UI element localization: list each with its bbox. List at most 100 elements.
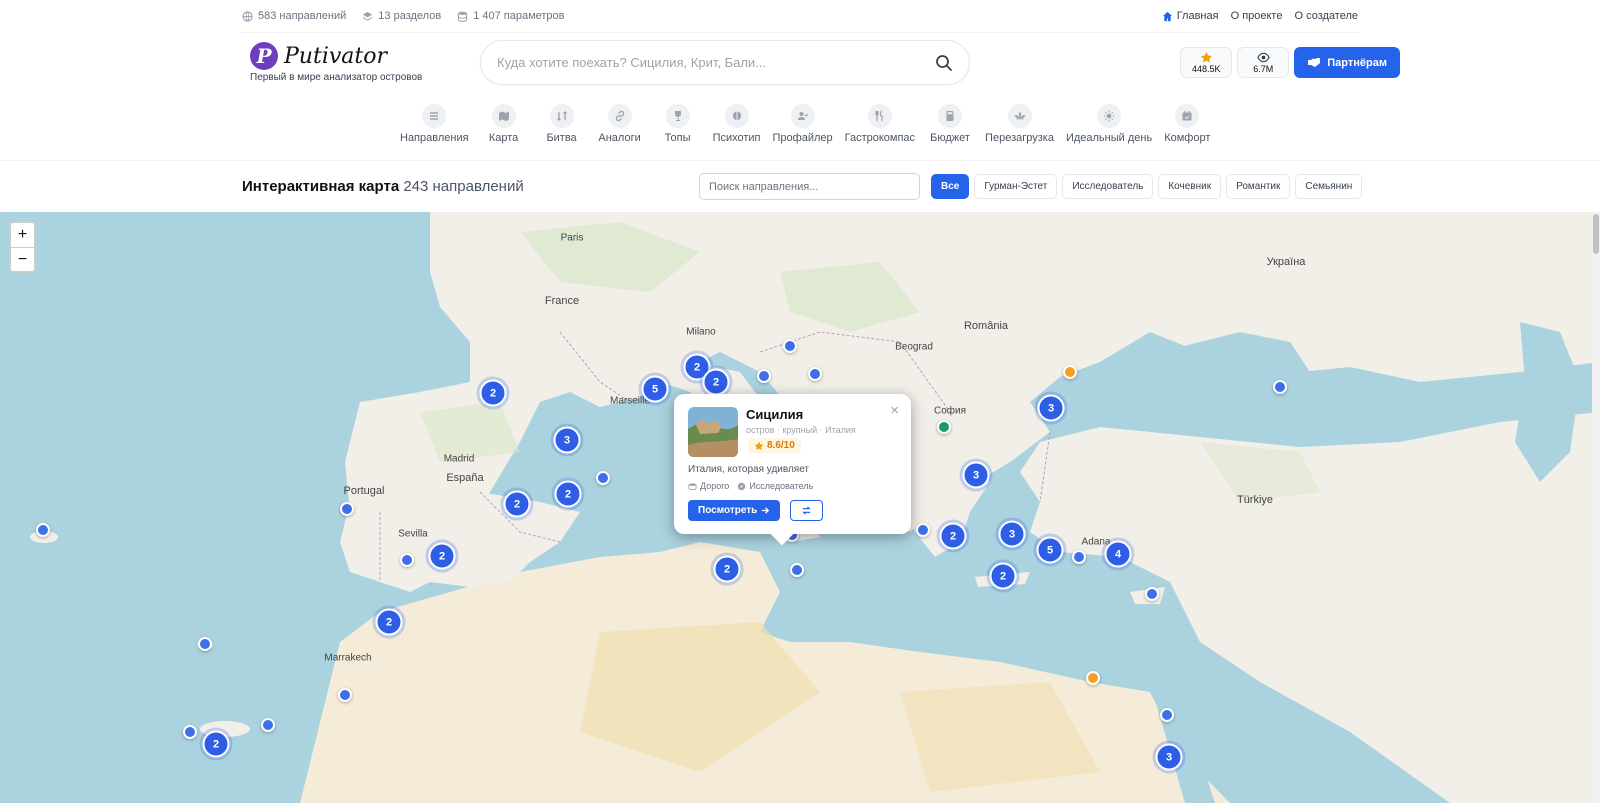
nav-tops[interactable]: Топы <box>649 104 707 144</box>
map-cluster[interactable]: 5 <box>641 375 669 403</box>
filter-all[interactable]: Все <box>931 174 970 199</box>
map-marker[interactable] <box>916 523 930 537</box>
map-cluster[interactable]: 2 <box>939 522 967 550</box>
map-marker[interactable] <box>757 369 771 383</box>
nav-comfort[interactable]: Комфорт <box>1158 104 1216 144</box>
link-creator[interactable]: О создателе <box>1294 10 1358 22</box>
map-label: Milano <box>686 326 716 338</box>
map-marker[interactable] <box>183 725 197 739</box>
map-marker[interactable] <box>36 523 50 537</box>
map-cluster[interactable]: 2 <box>503 490 531 518</box>
filter-explorer[interactable]: Исследователь <box>1062 174 1154 199</box>
map-label: Україна <box>1266 256 1306 268</box>
map-cluster[interactable]: 3 <box>553 426 581 454</box>
map-marker[interactable] <box>783 339 797 353</box>
partners-button[interactable]: Партнёрам <box>1294 47 1400 78</box>
nav-budget[interactable]: Бюджет <box>921 104 979 144</box>
popup-close-button[interactable]: × <box>890 402 899 419</box>
map-marker[interactable] <box>1160 708 1174 722</box>
rating-count: 448.5K <box>1192 64 1221 74</box>
nav-label: Топы <box>664 132 691 144</box>
handshake-icon <box>1308 58 1321 67</box>
map-marker-featured[interactable] <box>1063 365 1077 379</box>
map-cluster[interactable]: 2 <box>479 379 507 407</box>
nav-reboot[interactable]: Перезагрузка <box>979 104 1060 144</box>
map-marker[interactable] <box>338 688 352 702</box>
nav-label: Гастрокомпас <box>844 132 916 144</box>
map-marker[interactable] <box>1072 550 1086 564</box>
nav-label: Бюджет <box>930 132 970 144</box>
compare-button[interactable] <box>790 500 823 521</box>
map-marker[interactable] <box>1273 380 1287 394</box>
map-label: España <box>446 472 484 484</box>
zoom-in-button[interactable]: + <box>11 223 34 247</box>
map-cluster[interactable]: 3 <box>962 461 990 489</box>
map-marker[interactable] <box>596 471 610 485</box>
link-home[interactable]: Главная <box>1162 10 1219 22</box>
map-cluster[interactable]: 2 <box>375 608 403 636</box>
main-search-input[interactable] <box>497 55 935 70</box>
map-label: Portugal <box>343 485 385 497</box>
logo[interactable]: P Putivator <box>250 42 387 70</box>
link-about[interactable]: О проекте <box>1231 10 1283 22</box>
site-stats: 583 направлений 13 разделов 1 407 параме… <box>242 10 565 22</box>
nav-label: Идеальный день <box>1065 132 1153 144</box>
filter-romantic[interactable]: Романтик <box>1226 174 1291 199</box>
zoom-out-button[interactable]: − <box>11 247 34 271</box>
destination-thumbnail <box>688 407 738 457</box>
nav-gastrocompass[interactable]: Гастрокомпас <box>839 104 921 144</box>
view-destination-button[interactable]: Посмотреть <box>688 500 781 521</box>
nav-label: Профайлер <box>772 132 833 144</box>
map-marker-featured[interactable] <box>1086 671 1100 685</box>
map-cluster[interactable]: 2 <box>202 730 230 758</box>
filter-nomad[interactable]: Кочевник <box>1158 174 1222 199</box>
map-cluster[interactable]: 3 <box>1037 394 1065 422</box>
destination-search-input[interactable] <box>699 173 920 200</box>
map-marker[interactable] <box>1145 587 1159 601</box>
map-marker[interactable] <box>198 637 212 651</box>
map-cluster[interactable]: 4 <box>1104 540 1132 568</box>
stat-destinations: 583 направлений <box>242 10 346 22</box>
nav-map[interactable]: Карта <box>475 104 533 144</box>
views-counter[interactable]: 6.7M <box>1237 47 1290 78</box>
map-cluster[interactable]: 2 <box>989 562 1017 590</box>
map-marker[interactable] <box>261 718 275 732</box>
page-scrollbar[interactable] <box>1592 212 1600 803</box>
map-cluster[interactable]: 3 <box>1155 743 1183 771</box>
partners-label: Партнёрам <box>1327 56 1387 69</box>
filter-gourmet[interactable]: Гурман-Эстет <box>974 174 1058 199</box>
map-cluster[interactable]: 5 <box>1036 536 1064 564</box>
arrow-right-icon <box>762 507 770 514</box>
map-cluster[interactable]: 3 <box>998 520 1026 548</box>
nav-analogs[interactable]: Аналоги <box>591 104 649 144</box>
rating-counter[interactable]: 448.5K <box>1180 47 1233 78</box>
database-icon <box>458 11 468 22</box>
map-marker-selected[interactable] <box>937 420 951 434</box>
nav-profiler[interactable]: Профайлер <box>767 104 839 144</box>
nav-psychotype[interactable]: Психотип <box>707 104 767 144</box>
nav-label: Перезагрузка <box>985 132 1054 144</box>
eye-icon <box>1257 52 1270 63</box>
map-marker[interactable] <box>808 367 822 381</box>
main-search <box>480 40 970 85</box>
map-cluster[interactable]: 2 <box>554 480 582 508</box>
map-label: Sevilla <box>398 528 428 540</box>
map-label: Beograd <box>895 341 933 353</box>
map-cluster[interactable]: 2 <box>428 542 456 570</box>
nav-ideal-day[interactable]: Идеальный день <box>1060 104 1158 144</box>
map-marker[interactable] <box>790 563 804 577</box>
map-cluster[interactable]: 2 <box>713 555 741 583</box>
destination-name: Сицилия <box>746 407 804 422</box>
filter-family[interactable]: Семьянин <box>1295 174 1363 199</box>
nav-battle[interactable]: Битва <box>533 104 591 144</box>
map-marker[interactable] <box>340 502 354 516</box>
sun-icon <box>1103 110 1115 122</box>
compass-icon <box>738 482 746 490</box>
search-icon[interactable] <box>935 54 953 72</box>
scrollbar-thumb[interactable] <box>1593 214 1599 254</box>
map-label: София <box>933 405 967 417</box>
nav-directions[interactable]: Направления <box>394 104 475 144</box>
rating-value: 8.6/10 <box>767 440 795 451</box>
map-cluster[interactable]: 2 <box>702 368 730 396</box>
map-marker[interactable] <box>400 553 414 567</box>
